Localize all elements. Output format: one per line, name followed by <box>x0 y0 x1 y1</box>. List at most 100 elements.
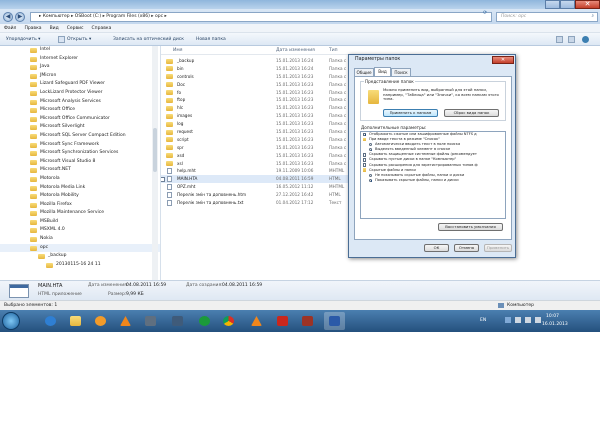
nav-item[interactable]: Nokia <box>0 235 160 244</box>
nav-item[interactable]: Microsoft.NET <box>0 166 160 175</box>
network-tray-icon[interactable] <box>525 317 531 323</box>
file-row[interactable]: _backup 15.01.2013 16:24 Папка с <box>161 57 351 65</box>
nav-item[interactable]: Mozilla Maintenance Service <box>0 209 160 218</box>
clock-time[interactable]: 10:07 <box>546 314 559 319</box>
navigation-scroll-thumb[interactable] <box>153 128 157 172</box>
checkbox[interactable] <box>363 163 367 167</box>
address-bar[interactable]: ▸ Компьютер ▸ OSBoot (C:) ▸ Program File… <box>30 12 492 22</box>
nav-item[interactable]: Microsoft Office <box>0 106 160 115</box>
column-name[interactable]: Имя <box>173 46 182 55</box>
taskbar-mail[interactable] <box>194 312 215 330</box>
file-row[interactable]: xsd 15.01.2013 16:23 Папка с <box>161 152 351 160</box>
taskbar-media-player[interactable] <box>90 312 111 330</box>
language-indicator[interactable]: EN <box>480 318 486 323</box>
file-row[interactable]: Doc 15.01.2013 16:23 Папка с <box>161 81 351 89</box>
file-row[interactable]: OPZ.mht 16.05.2012 11:12 MHTML <box>161 183 351 191</box>
close-button[interactable]: ✕ <box>575 0 600 9</box>
reset-folders-button[interactable]: Сброс вида папок <box>444 109 499 117</box>
nav-item[interactable]: Motorola <box>0 175 160 184</box>
taskbar-vlc[interactable] <box>115 312 136 330</box>
navigation-scrollbar[interactable] <box>152 46 158 300</box>
minimize-button[interactable] <box>545 0 560 9</box>
organize-button[interactable]: Упорядочить ▾ <box>6 33 40 46</box>
file-row[interactable]: hlc 15.01.2013 16:23 Папка с <box>161 104 351 112</box>
view-options-icon[interactable] <box>556 36 563 43</box>
checkbox[interactable] <box>363 153 367 157</box>
preview-pane-icon[interactable] <box>568 36 575 43</box>
nav-item[interactable]: Microsoft Silverlight <box>0 123 160 132</box>
nav-item[interactable]: Lizard Safeguard PDF Viewer <box>0 80 160 89</box>
file-row[interactable]: ftop 15.01.2013 16:23 Папка с <box>161 96 351 104</box>
nav-item[interactable]: Intel <box>0 46 160 55</box>
nav-item[interactable]: Mozilla Firefox <box>0 201 160 210</box>
file-row[interactable]: script 15.01.2013 16:23 Папка с <box>161 136 351 144</box>
taskbar-network[interactable] <box>167 312 188 330</box>
taskbar-pdf[interactable] <box>272 312 293 330</box>
radio-button[interactable] <box>369 148 373 152</box>
column-date[interactable]: Дата изменения <box>276 46 315 55</box>
nav-item[interactable]: JMicron <box>0 72 160 81</box>
file-row[interactable]: spr 15.01.2013 16:23 Папка с <box>161 144 351 152</box>
maximize-button[interactable] <box>560 0 575 9</box>
tab-general[interactable]: Общие <box>354 68 374 76</box>
nav-item[interactable]: Motorola Media Link <box>0 184 160 193</box>
taskbar-ie[interactable] <box>40 312 61 330</box>
clock-date[interactable]: 16.01.2013 <box>542 322 568 327</box>
help-icon[interactable] <box>582 36 589 43</box>
file-row[interactable]: help.mht 19.11.2009 10:06 MHTML <box>161 167 351 175</box>
checkbox[interactable] <box>363 158 367 162</box>
open-button[interactable]: Открыть ▾ <box>67 33 91 46</box>
search-input[interactable]: Поиск: opc ⌕ <box>496 12 598 22</box>
tab-view[interactable]: Вид <box>374 67 391 76</box>
volume-icon[interactable] <box>535 317 541 323</box>
explorer-title-bar[interactable]: ✕ <box>0 0 600 9</box>
taskbar-chrome[interactable] <box>218 312 239 330</box>
refresh-button[interactable]: ⟳ <box>483 10 487 16</box>
apply-to-folders-button[interactable]: Применить к папкам <box>383 109 438 117</box>
file-row[interactable]: fo 15.01.2013 16:23 Папка с <box>161 89 351 97</box>
dialog-close-button[interactable]: ✕ <box>492 56 514 64</box>
file-row[interactable]: Перелік змін та доповнень.htm 27.12.2012 … <box>161 191 351 199</box>
taskbar-word[interactable] <box>324 312 345 330</box>
checkbox[interactable] <box>363 132 367 137</box>
file-row[interactable]: images 15.01.2013 16:23 Папка с <box>161 112 351 120</box>
column-type[interactable]: Тип <box>329 46 338 55</box>
nav-item[interactable]: Microsoft Office Communicator <box>0 115 160 124</box>
file-row[interactable]: log 15.01.2013 16:23 Папка с <box>161 120 351 128</box>
menu-view[interactable]: Вид <box>46 24 63 33</box>
menu-tools[interactable]: Сервис <box>63 24 88 33</box>
cancel-button[interactable]: Отмена <box>454 244 479 252</box>
back-button[interactable]: ◀ <box>3 12 13 22</box>
file-row[interactable]: bin 15.01.2013 16:24 Папка с <box>161 65 351 73</box>
menu-edit[interactable]: Правка <box>20 24 45 33</box>
ok-button[interactable]: ОК <box>424 244 449 252</box>
radio-button[interactable] <box>369 178 373 183</box>
nav-item[interactable]: Microsoft Synchronization Services <box>0 149 160 158</box>
nav-item[interactable]: Microsoft Visual Studio 8 <box>0 158 160 167</box>
nav-item[interactable]: _backup <box>0 252 160 261</box>
nav-item[interactable]: Microsoft Analysis Services <box>0 98 160 107</box>
radio-button[interactable] <box>369 173 373 177</box>
taskbar-app-11[interactable] <box>297 312 318 330</box>
nav-item[interactable]: LockLizard Protector Viewer <box>0 89 160 98</box>
burn-disc-button[interactable]: Записать на оптический диск <box>113 33 184 46</box>
flag-icon[interactable] <box>515 317 521 323</box>
file-row[interactable]: MAIN.HTA 04.08.2011 16:59 HTML <box>161 175 351 184</box>
radio-button[interactable] <box>369 142 373 147</box>
nav-item[interactable]: Microsoft SQL Server Compact Edition <box>0 132 160 141</box>
taskbar-vlc-2[interactable] <box>246 312 267 330</box>
file-row[interactable]: Перелік змін та доповнень.txt 01.04.2012 … <box>161 199 351 207</box>
nav-item[interactable]: Motorola Mobility <box>0 192 160 201</box>
file-row[interactable]: xsl 15.01.2013 16:23 Папка с <box>161 160 351 168</box>
file-row[interactable]: request 15.01.2013 16:23 Папка с <box>161 128 351 136</box>
nav-item[interactable]: Microsoft Sync Framework <box>0 141 160 150</box>
nav-item[interactable]: opc <box>0 243 160 253</box>
tray-icon[interactable] <box>505 317 511 323</box>
tab-search[interactable]: Поиск <box>391 68 411 76</box>
taskbar-explorer[interactable] <box>65 312 86 330</box>
apply-button[interactable]: Применить <box>484 244 512 252</box>
forward-button[interactable]: ▶ <box>15 12 25 22</box>
start-button[interactable] <box>2 312 20 330</box>
nav-item[interactable]: 20130115-16 24 11 <box>0 261 160 270</box>
file-row[interactable]: controls 15.01.2013 16:23 Папка с <box>161 73 351 81</box>
